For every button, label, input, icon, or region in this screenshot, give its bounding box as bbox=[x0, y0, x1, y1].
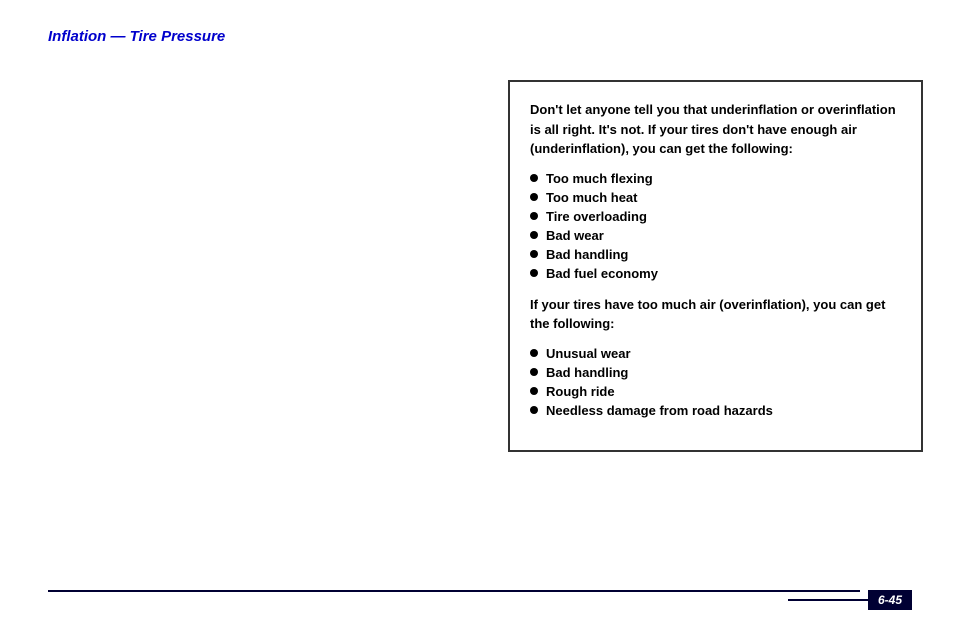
page-title: Inflation — Tire Pressure bbox=[48, 28, 225, 45]
list-item: Bad wear bbox=[530, 226, 901, 245]
list-item-label: Needless damage from road hazards bbox=[546, 403, 773, 418]
page-num-line bbox=[788, 599, 868, 601]
list-item: Needless damage from road hazards bbox=[530, 401, 901, 420]
list-item-label: Too much heat bbox=[546, 190, 637, 205]
overinflation-list: Unusual wear Bad handling Rough ride Nee… bbox=[530, 344, 901, 420]
list-item-label: Tire overloading bbox=[546, 209, 647, 224]
list-item: Bad handling bbox=[530, 363, 901, 382]
list-item: Rough ride bbox=[530, 382, 901, 401]
underinflation-list: Too much flexing Too much heat Tire over… bbox=[530, 169, 901, 283]
bullet-icon bbox=[530, 193, 538, 201]
bullet-icon bbox=[530, 212, 538, 220]
list-item-label: Bad handling bbox=[546, 365, 628, 380]
bottom-divider bbox=[48, 590, 860, 592]
list-item-label: Unusual wear bbox=[546, 346, 631, 361]
list-item-label: Too much flexing bbox=[546, 171, 653, 186]
list-item: Tire overloading bbox=[530, 207, 901, 226]
page-number-area: 6-45 bbox=[788, 590, 912, 610]
list-item: Bad fuel economy bbox=[530, 264, 901, 283]
bullet-icon bbox=[530, 349, 538, 357]
list-item-label: Bad wear bbox=[546, 228, 604, 243]
bullet-icon bbox=[530, 269, 538, 277]
list-item: Unusual wear bbox=[530, 344, 901, 363]
bullet-icon bbox=[530, 368, 538, 376]
bullet-icon bbox=[530, 174, 538, 182]
list-item: Bad handling bbox=[530, 245, 901, 264]
list-item-label: Rough ride bbox=[546, 384, 615, 399]
info-box: Don't let anyone tell you that underinfl… bbox=[508, 80, 923, 452]
bullet-icon bbox=[530, 231, 538, 239]
info-box-intro: Don't let anyone tell you that underinfl… bbox=[530, 100, 901, 159]
page-container: Inflation — Tire Pressure Don't let anyo… bbox=[0, 0, 960, 640]
list-item-label: Bad handling bbox=[546, 247, 628, 262]
bullet-icon bbox=[530, 250, 538, 258]
list-item: Too much flexing bbox=[530, 169, 901, 188]
list-item: Too much heat bbox=[530, 188, 901, 207]
bullet-icon bbox=[530, 387, 538, 395]
bullet-icon bbox=[530, 406, 538, 414]
list-item-label: Bad fuel economy bbox=[546, 266, 658, 281]
page-number-badge: 6-45 bbox=[868, 590, 912, 610]
overinflation-intro: If your tires have too much air (overinf… bbox=[530, 295, 901, 334]
